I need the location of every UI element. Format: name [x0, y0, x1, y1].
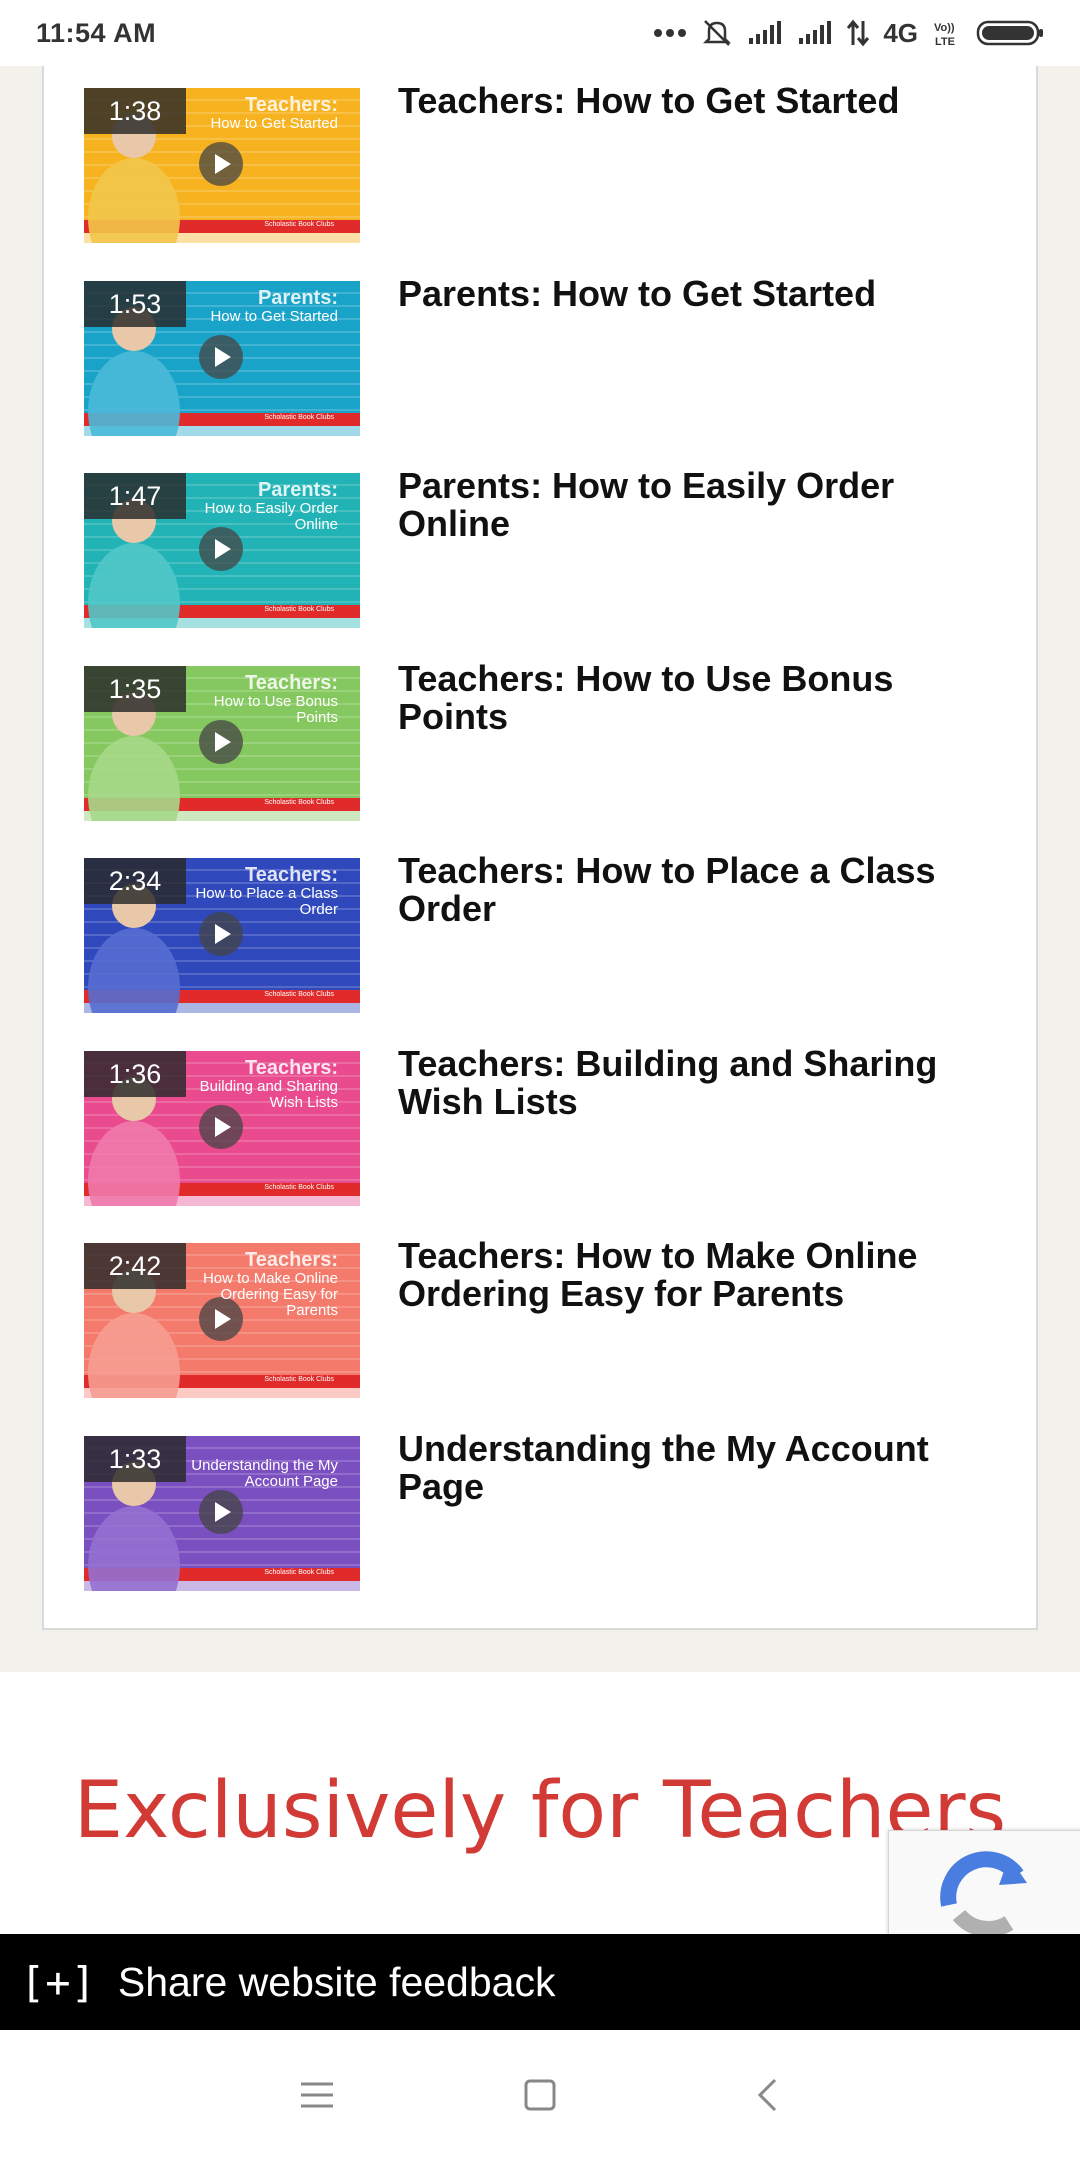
status-bar: 11:54 AM 4G Vo)) LTE — [0, 0, 1080, 66]
thumb-brand: Scholastic Book Clubs — [264, 1376, 334, 1383]
video-list-item[interactable]: Parents: How to Get Started Scholastic Boo… — [84, 275, 984, 436]
video-thumbnail[interactable]: Teachers: How to Get Started Scholastic Bo… — [84, 88, 360, 243]
thumb-brand: Scholastic Book Clubs — [264, 991, 334, 998]
thumb-heading: Teachers: — [244, 1249, 338, 1271]
battery-icon — [976, 19, 1044, 47]
exclusive-section: Exclusively for Teachers — [0, 1672, 1080, 1934]
svg-text:LTE: LTE — [935, 36, 955, 47]
thumb-subtitle: Building and Sharing Wish Lists — [199, 1078, 338, 1111]
video-thumbnail[interactable]: Parents: How to Get Started Scholastic Boo… — [84, 281, 360, 436]
thumb-brand: Scholastic Book Clubs — [264, 1569, 334, 1576]
mute-icon — [701, 17, 733, 49]
video-title-link[interactable]: Parents: How to Get Started — [398, 275, 988, 313]
video-list-item[interactable]: Teachers: How to Get Started Scholastic Bo… — [84, 82, 984, 243]
thumb-brand: Scholastic Book Clubs — [264, 1184, 334, 1191]
recaptcha-icon — [940, 1851, 1027, 1934]
video-duration: 1:33 — [84, 1436, 186, 1482]
video-title-link[interactable]: Understanding the My Account Page — [398, 1430, 988, 1506]
video-title-link[interactable]: Teachers: How to Get Started — [398, 82, 988, 120]
share-feedback-button[interactable]: [+] Share website feedback — [0, 1934, 1080, 2030]
thumb-heading: Teachers: — [244, 672, 338, 694]
more-dots-icon — [653, 28, 687, 38]
video-thumbnail[interactable]: Understanding the My Account Page Scholas… — [84, 1436, 360, 1591]
thumb-heading: Parents: — [257, 479, 338, 501]
video-duration: 2:42 — [84, 1243, 186, 1289]
volte-icon: Vo)) LTE — [932, 19, 962, 47]
video-duration: 2:34 — [84, 858, 186, 904]
feedback-label: Share website feedback — [117, 1958, 556, 2005]
thumb-heading: Teachers: — [244, 94, 338, 116]
video-list-item[interactable]: Parents: How to Easily Order Online Schola… — [84, 467, 984, 628]
svg-text:Vo)): Vo)) — [934, 22, 955, 34]
video-thumbnail[interactable]: Teachers: How to Make Online Ordering Eas… — [84, 1243, 360, 1398]
menu-icon — [301, 2082, 333, 2108]
thumb-subtitle: Understanding the My Account Page — [191, 1457, 338, 1490]
thumb-subtitle: How to Get Started — [210, 308, 338, 325]
video-duration: 1:36 — [84, 1051, 186, 1097]
thumb-subtitle: How to Use Bonus Points — [213, 693, 338, 726]
status-time: 11:54 AM — [36, 17, 157, 48]
video-title-link[interactable]: Teachers: Building and Sharing Wish List… — [398, 1045, 988, 1121]
thumb-brand: Scholastic Book Clubs — [264, 606, 334, 613]
video-duration: 1:47 — [84, 473, 186, 519]
thumb-brand: Scholastic Book Clubs — [264, 221, 334, 228]
thumb-subtitle: How to Place a Class Order — [195, 885, 338, 918]
video-thumbnail[interactable]: Parents: How to Easily Order Online Schola… — [84, 473, 360, 628]
video-duration: 1:53 — [84, 281, 186, 327]
home-square-icon — [524, 2079, 556, 2111]
back-chevron-icon — [757, 2078, 777, 2112]
video-thumbnail[interactable]: Teachers: Building and Sharing Wish Lists… — [84, 1051, 360, 1206]
signal-icon — [747, 20, 783, 46]
network-type: 4G — [883, 17, 918, 48]
video-list-item[interactable]: Teachers: How to Place a Class Order Schol… — [84, 852, 984, 1013]
video-list-item[interactable]: Teachers: How to Make Online Ordering Eas… — [84, 1237, 984, 1398]
thumb-heading: Teachers: — [244, 864, 338, 886]
data-transfer-icon — [847, 19, 870, 47]
video-thumbnail[interactable]: Teachers: How to Use Bonus Points Scholast… — [84, 666, 360, 821]
menu-nav-button[interactable] — [282, 2060, 352, 2130]
video-thumbnail[interactable]: Teachers: How to Place a Class Order Schol… — [84, 858, 360, 1013]
video-list-item[interactable]: Teachers: Building and Sharing Wish Lists… — [84, 1045, 984, 1206]
thumb-brand: Scholastic Book Clubs — [264, 799, 334, 806]
thumb-subtitle: How to Make Online Ordering Easy for Par… — [202, 1270, 338, 1319]
video-title-link[interactable]: Teachers: How to Use Bonus Points — [398, 660, 988, 736]
video-list-item[interactable]: Teachers: How to Use Bonus Points Scholast… — [84, 660, 984, 821]
video-title-link[interactable]: Parents: How to Easily Order Online — [398, 467, 988, 543]
home-nav-button[interactable] — [505, 2060, 575, 2130]
thumb-brand: Scholastic Book Clubs — [264, 414, 334, 421]
feedback-plus-icon: [+] — [20, 1957, 96, 2007]
video-list-item[interactable]: Understanding the My Account Page Scholas… — [84, 1430, 984, 1591]
video-duration: 1:38 — [84, 88, 186, 134]
video-title-link[interactable]: Teachers: How to Make Online Ordering Ea… — [398, 1237, 988, 1313]
recaptcha-badge[interactable] — [888, 1830, 1080, 1934]
status-icons: 4G Vo)) LTE — [653, 17, 1044, 49]
video-list-card: Teachers: How to Get Started Scholastic Bo… — [42, 66, 1038, 1630]
video-title-link[interactable]: Teachers: How to Place a Class Order — [398, 852, 988, 928]
thumb-heading: Teachers: — [244, 1057, 338, 1079]
video-duration: 1:35 — [84, 666, 186, 712]
back-nav-button[interactable] — [732, 2060, 802, 2130]
thumb-subtitle: How to Get Started — [210, 115, 338, 132]
thumb-subtitle: How to Easily Order Online — [204, 500, 338, 533]
system-nav-bar — [0, 2030, 1080, 2160]
thumb-heading: Parents: — [257, 287, 338, 309]
signal-icon-2 — [797, 20, 833, 46]
